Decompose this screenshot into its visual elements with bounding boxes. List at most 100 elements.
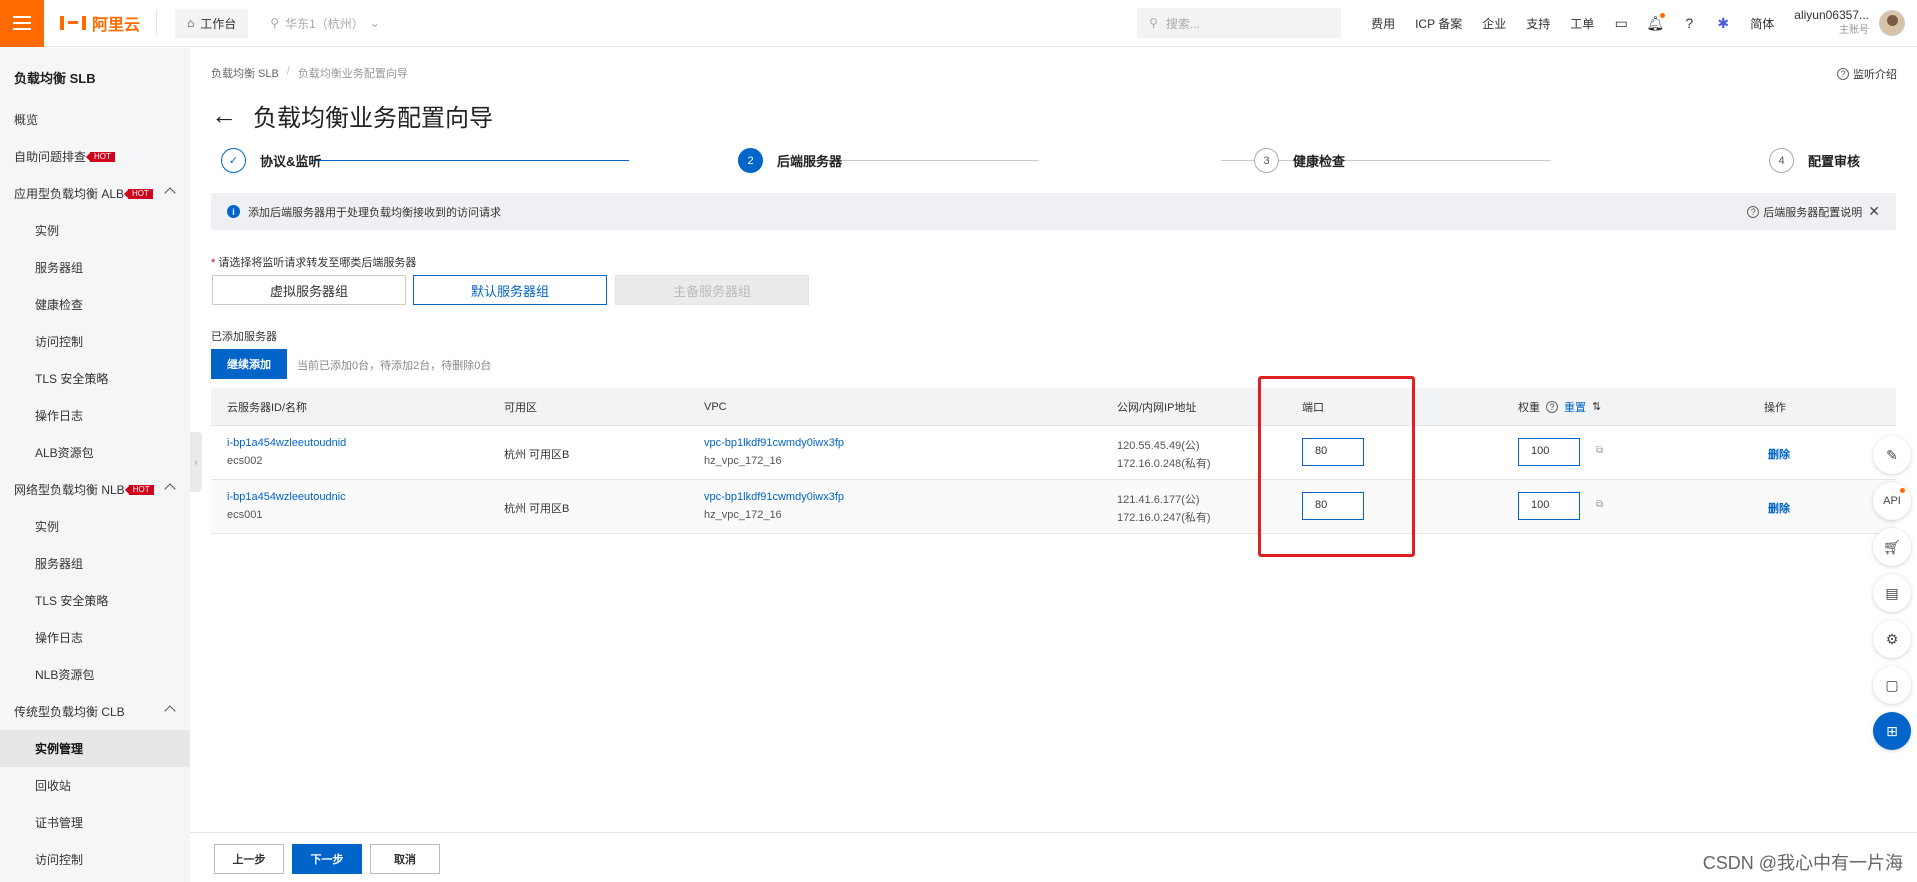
sidebar: 负载均衡 SLB 概览 自助问题排查 HOT 应用型负载均衡 ALB HOT 实例 …	[0, 48, 190, 882]
option-virtual-server-group[interactable]: 虚拟服务器组	[212, 275, 406, 305]
sidebar-item-certificates[interactable]: 证书管理	[0, 804, 190, 841]
sidebar-item-clb-access-control[interactable]: 访问控制	[0, 841, 190, 878]
added-servers-label: 已添加服务器	[211, 331, 277, 343]
bell-icon[interactable]: 🔔︎	[1646, 13, 1666, 31]
sidebar-item-troubleshoot[interactable]: 自助问题排查 HOT	[0, 138, 190, 175]
vpc-name: hz_vpc_172_16	[704, 509, 782, 521]
sidebar-item-nlb-server-groups[interactable]: 服务器组	[0, 545, 190, 582]
workbench-button[interactable]: ⌂ 工作台	[175, 8, 249, 38]
sidebar-item-alb-instances[interactable]: 实例	[0, 212, 190, 249]
next-button[interactable]: 下一步	[292, 844, 362, 874]
api-icon[interactable]: API	[1873, 482, 1911, 520]
sidebar-collapse-handle[interactable]: ‹	[190, 432, 202, 492]
nav-link-billing[interactable]: 费用	[1371, 15, 1395, 32]
continue-add-button[interactable]: 继续添加	[211, 349, 287, 379]
search-input[interactable]: ⚲ 搜索...	[1137, 8, 1342, 38]
chevron-up-icon	[164, 705, 176, 717]
gear-icon[interactable]: ⚙	[1873, 620, 1911, 658]
weight-reset-link[interactable]: 重置	[1564, 399, 1586, 415]
footer-bar: 上一步 下一步 取消 CSDN @我心中有一片海	[190, 832, 1917, 882]
step-check-icon: ✓	[221, 148, 246, 173]
sidebar-item-alb-tls-policy[interactable]: TLS 安全策略	[0, 360, 190, 397]
top-bar: 阿里云 ⌂ 工作台 ⚲ 华东1（杭州） ⌄ ⚲ 搜索... 费用 ICP 备案 …	[0, 0, 1917, 47]
search-placeholder: 搜索...	[1165, 16, 1200, 31]
private-ip: 172.16.0.247(私有)	[1117, 512, 1211, 524]
edit-icon[interactable]: ✎	[1873, 436, 1911, 474]
sidebar-item-label: NLB资源包	[35, 668, 95, 682]
assistant-icon[interactable]: ✱	[1715, 15, 1731, 31]
apps-icon[interactable]: ⊞	[1873, 712, 1911, 750]
breadcrumb-current: 负载均衡业务配置向导	[297, 68, 408, 80]
option-default-server-group[interactable]: 默认服务器组	[413, 275, 607, 305]
cart-icon[interactable]: 🛒︎	[1873, 528, 1911, 566]
sidebar-item-recycle-bin[interactable]: 回收站	[0, 767, 190, 804]
sidebar-item-alb-server-groups[interactable]: 服务器组	[0, 249, 190, 286]
terminal-icon[interactable]: ▭	[1613, 15, 1629, 31]
prev-button[interactable]: 上一步	[214, 844, 284, 874]
notification-dot	[1900, 488, 1905, 493]
delete-link[interactable]: 删除	[1768, 446, 1790, 462]
breadcrumb-link-slb[interactable]: 负载均衡 SLB	[211, 65, 279, 81]
brand-logo[interactable]: 阿里云	[44, 11, 156, 35]
sidebar-group-clb[interactable]: 传统型负载均衡 CLB	[0, 693, 190, 730]
weight-input[interactable]: 100	[1518, 438, 1580, 466]
sidebar-item-label: 服务器组	[35, 261, 84, 275]
step-number: 2	[738, 148, 763, 173]
nav-link-enterprise[interactable]: 企业	[1482, 15, 1506, 32]
backend-help-link[interactable]: ? 后端服务器配置说明 ✕	[1747, 203, 1880, 220]
sidebar-item-alb-health-check[interactable]: 健康检查	[0, 286, 190, 323]
sidebar-item-alb-packages[interactable]: ALB资源包	[0, 434, 190, 471]
help-icon[interactable]: ?	[1681, 15, 1697, 31]
sort-icon[interactable]: ⇅	[1592, 400, 1601, 413]
listener-help-link[interactable]: ? 监听介绍	[1837, 66, 1897, 82]
delete-link[interactable]: 删除	[1768, 500, 1790, 516]
avatar[interactable]	[1879, 10, 1905, 36]
help-icon[interactable]: ?	[1546, 400, 1558, 413]
step-protocol-listener: ✓ 协议&监听	[221, 148, 321, 173]
breadcrumb: 负载均衡 SLB / 负载均衡业务配置向导	[211, 65, 408, 81]
server-zone: 杭州 可用区B	[504, 449, 570, 461]
workbench-label: 工作台	[200, 16, 237, 31]
sidebar-item-label: 操作日志	[35, 409, 84, 423]
col-header-zone: 可用区	[504, 401, 537, 414]
copy-icon[interactable]: ⧉	[1596, 445, 1603, 456]
close-icon[interactable]: ✕	[1868, 203, 1880, 220]
region-selector[interactable]: ⚲ 华东1（杭州） ⌄	[270, 15, 380, 32]
chat-icon[interactable]: ▢	[1873, 666, 1911, 704]
sidebar-item-overview[interactable]: 概览	[0, 101, 190, 138]
document-icon[interactable]: ▤	[1873, 574, 1911, 612]
sidebar-item-alb-logs[interactable]: 操作日志	[0, 397, 190, 434]
sidebar-item-alb-access-control[interactable]: 访问控制	[0, 323, 190, 360]
cancel-button[interactable]: 取消	[370, 844, 440, 874]
sidebar-title: 负载均衡 SLB	[14, 71, 96, 86]
vpc-id-link[interactable]: vpc-bp1lkdf91cwmdy0iwx3fp	[704, 491, 844, 503]
sidebar-group-alb[interactable]: 应用型负载均衡 ALB HOT	[0, 175, 190, 212]
language-switch[interactable]: 简体	[1750, 15, 1774, 32]
sidebar-item-nlb-logs[interactable]: 操作日志	[0, 619, 190, 656]
menu-icon[interactable]	[0, 0, 44, 47]
home-icon: ⌂	[187, 16, 195, 30]
sidebar-group-nlb[interactable]: 网络型负载均衡 NLB HOT	[0, 471, 190, 508]
sidebar-item-nlb-packages[interactable]: NLB资源包	[0, 656, 190, 693]
nav-link-support[interactable]: 支持	[1526, 15, 1550, 32]
nav-link-icp[interactable]: ICP 备案	[1415, 15, 1462, 32]
server-id-link[interactable]: i-bp1a454wzleeutoudnid	[227, 437, 346, 449]
col-header-weight-label: 权重	[1518, 401, 1540, 414]
sidebar-item-clb-instances[interactable]: 实例管理	[0, 730, 190, 767]
copy-icon[interactable]: ⧉	[1596, 499, 1603, 510]
chevron-down-icon: ⌄	[369, 16, 380, 30]
back-arrow-icon[interactable]: ←	[211, 100, 237, 131]
user-menu[interactable]: aliyun06357... 主账号	[1794, 7, 1869, 39]
weight-input[interactable]: 100	[1518, 492, 1580, 520]
sidebar-item-label: 服务器组	[35, 557, 84, 571]
server-id-link[interactable]: i-bp1a454wzleeutoudnic	[227, 491, 346, 503]
chevron-up-icon	[164, 187, 176, 199]
sidebar-item-nlb-tls-policy[interactable]: TLS 安全策略	[0, 582, 190, 619]
nav-link-ticket[interactable]: 工单	[1570, 15, 1594, 32]
search-icon: ⚲	[1149, 16, 1158, 30]
info-text: 添加后端服务器用于处理负载均衡接收到的访问请求	[248, 206, 501, 219]
vpc-id-link[interactable]: vpc-bp1lkdf91cwmdy0iwx3fp	[704, 437, 844, 449]
col-header-weight: 权重 ? 重置 ⇅	[1518, 399, 1601, 415]
brand-name: 阿里云	[92, 17, 141, 34]
sidebar-item-nlb-instances[interactable]: 实例	[0, 508, 190, 545]
